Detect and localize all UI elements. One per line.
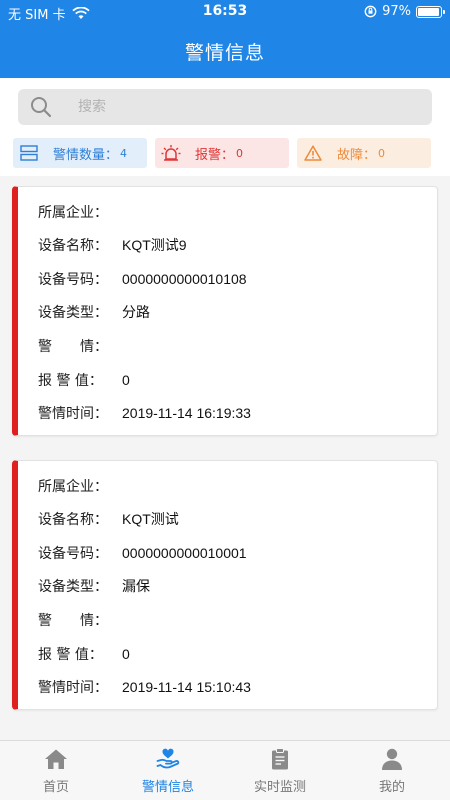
row-label: 设备名称：	[38, 512, 108, 528]
search-icon	[31, 97, 52, 118]
card-row-device-type: 设备类型： 分路	[38, 301, 150, 323]
card-row-alarm-time: 警情时间： 2019-11-14 15:10:43	[38, 676, 251, 698]
battery-level	[418, 7, 440, 16]
status-bar: 无 SIM 卡 16:53 97%	[0, 0, 450, 26]
row-value: 分路	[122, 304, 150, 320]
alarm-label: 报警：	[195, 147, 235, 163]
tab-realtime-monitor[interactable]: 实时监测	[224, 741, 336, 800]
alarm-count-label: 警情数量：	[53, 147, 119, 163]
card-row-alarm-value: 报 警 值： 0	[38, 369, 130, 391]
card-row-device-type: 设备类型： 漏保	[38, 575, 150, 597]
stats-row: 警情数量： 4 报警： 0 故障： 0	[0, 136, 450, 176]
alarm-list: 所属企业： 设备名称： KQT测试9 设备号码： 000000000001010…	[0, 176, 450, 740]
row-label: 报 警 值：	[38, 647, 103, 663]
row-label: 设备名称：	[38, 238, 108, 254]
row-label: 设备号码：	[38, 546, 108, 562]
row-label: 警 情：	[38, 613, 108, 629]
card-row-company: 所属企业：	[38, 201, 122, 223]
row-value: 2019-11-14 16:19:33	[122, 405, 251, 421]
alarm-value: 0	[236, 146, 244, 160]
card-row-company: 所属企业：	[38, 475, 122, 497]
card-row-alarm-value: 报 警 值： 0	[38, 643, 130, 665]
clipboard-icon	[272, 748, 288, 770]
list-icon	[19, 143, 39, 163]
tab-label: 我的	[378, 780, 405, 795]
row-value: 0000000000010108	[122, 271, 247, 287]
warning-icon	[303, 143, 323, 163]
search-input[interactable]	[78, 89, 418, 125]
alarm-count-value: 4	[120, 146, 128, 160]
card-row-device-number: 设备号码： 0000000000010108	[38, 268, 247, 290]
orientation-lock-icon	[364, 5, 377, 18]
row-value: 0000000000010001	[122, 545, 247, 561]
row-label: 警情时间：	[38, 680, 108, 696]
fault-value: 0	[378, 146, 386, 160]
row-value: KQT测试9	[122, 237, 187, 253]
tab-alarm-info[interactable]: 警情信息	[112, 741, 224, 800]
card-row-alarm-time: 警情时间： 2019-11-14 16:19:33	[38, 402, 251, 424]
row-value: 0	[122, 372, 130, 388]
tab-bar: 首页 警情信息 实时监测 我的	[0, 740, 450, 800]
card-row-alarm: 警 情：	[38, 609, 122, 631]
row-label: 警情时间：	[38, 406, 108, 422]
user-icon	[382, 748, 402, 770]
row-label: 设备类型：	[38, 579, 108, 595]
card-row-device-number: 设备号码： 0000000000010001	[38, 542, 247, 564]
alarm-card[interactable]: 所属企业： 设备名称： KQT测试9 设备号码： 000000000001010…	[12, 186, 438, 436]
page-title: 警情信息	[184, 42, 265, 64]
fault-chip[interactable]: 故障： 0	[297, 138, 431, 168]
row-label: 设备类型：	[38, 305, 108, 321]
row-label: 所属企业：	[38, 479, 108, 495]
siren-icon	[161, 143, 181, 163]
alarm-count-chip[interactable]: 警情数量： 4	[13, 138, 147, 168]
row-label: 警 情：	[38, 339, 108, 355]
row-value: KQT测试	[122, 511, 179, 527]
row-value: 2019-11-14 15:10:43	[122, 679, 251, 695]
card-row-device-name: 设备名称： KQT测试9	[38, 234, 187, 256]
card-row-device-name: 设备名称： KQT测试	[38, 508, 179, 530]
row-value: 漏保	[122, 578, 150, 594]
row-value: 0	[122, 646, 130, 662]
search-box[interactable]	[18, 89, 432, 125]
alarm-card[interactable]: 所属企业： 设备名称： KQT测试 设备号码： 0000000000010001…	[12, 460, 438, 710]
search-bar	[0, 78, 450, 136]
card-row-alarm: 警 情：	[38, 335, 122, 357]
fault-label: 故障：	[337, 147, 377, 163]
alarm-info-icon	[156, 748, 180, 769]
tab-label: 警情信息	[141, 780, 194, 795]
alarm-chip[interactable]: 报警： 0	[155, 138, 289, 168]
battery-icon	[416, 5, 445, 18]
battery-percent: 97%	[382, 4, 411, 19]
status-right: 97%	[364, 4, 445, 19]
tab-mine[interactable]: 我的	[336, 741, 448, 800]
tab-label: 实时监测	[253, 780, 306, 795]
home-icon	[45, 749, 67, 769]
row-label: 报 警 值：	[38, 373, 103, 389]
row-label: 所属企业：	[38, 205, 108, 221]
tab-label: 首页	[42, 780, 69, 795]
tab-home[interactable]: 首页	[0, 741, 112, 800]
app-header: 无 SIM 卡 16:53 97% 警情信息	[0, 0, 450, 78]
row-label: 设备号码：	[38, 272, 108, 288]
